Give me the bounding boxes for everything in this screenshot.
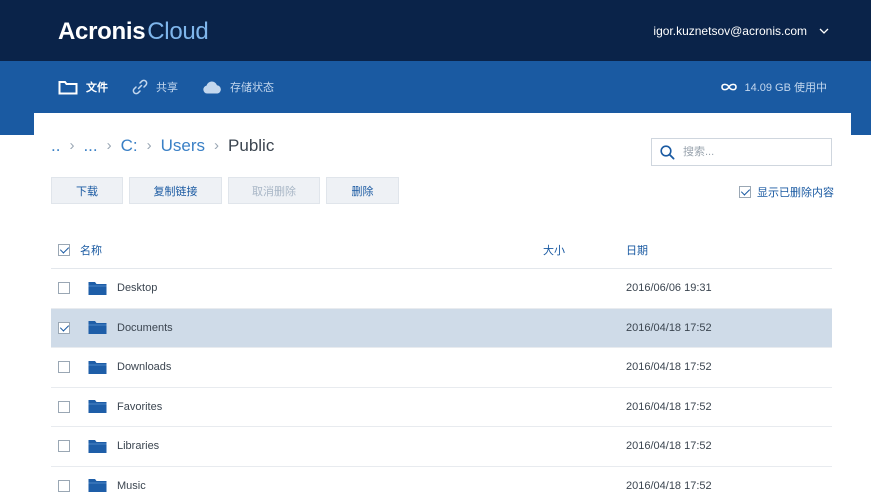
row-file-name: Downloads <box>117 361 172 374</box>
nav-tab-label: 文件 <box>86 82 108 94</box>
file-browser-panel: .. › ... › C: › Users › Public 下载 复制链接 取… <box>34 113 851 497</box>
row-file-name: Documents <box>117 321 173 334</box>
row-date: 2016/04/18 17:52 <box>626 321 712 334</box>
breadcrumb-separator-icon: › <box>214 137 220 154</box>
row-date: 2016/06/06 19:31 <box>626 282 712 295</box>
row-file-name: Libraries <box>117 440 160 453</box>
download-button[interactable]: 下载 <box>51 177 123 204</box>
cloud-icon <box>203 81 221 93</box>
breadcrumb-separator-icon: › <box>146 137 152 154</box>
table-row[interactable]: Documents 2016/04/18 17:52 <box>51 308 832 348</box>
table-row[interactable]: Downloads 2016/04/18 17:52 <box>51 348 832 388</box>
show-deleted-checkbox[interactable] <box>739 186 751 198</box>
copy-link-button[interactable]: 复制链接 <box>129 177 222 204</box>
storage-usage-text: 14.09 GB 使用中 <box>744 82 827 94</box>
row-date: 2016/04/18 17:52 <box>626 361 712 374</box>
row-file-name: Favorites <box>117 400 163 413</box>
breadcrumb-parent[interactable]: .. <box>51 135 60 157</box>
row-checkbox[interactable] <box>58 361 70 374</box>
row-checkbox[interactable] <box>58 440 70 453</box>
row-checkbox[interactable] <box>58 400 70 413</box>
row-date: 2016/04/18 17:52 <box>626 479 712 492</box>
row-name-cell: Libraries <box>51 439 626 454</box>
folder-icon <box>88 479 107 493</box>
table-row[interactable]: Favorites 2016/04/18 17:52 <box>51 388 832 427</box>
account-email: igor.kuznetsov@acronis.com <box>653 24 807 38</box>
breadcrumb-separator-icon: › <box>69 137 75 154</box>
nav-tab-label: 存储状态 <box>230 82 274 94</box>
row-date: 2016/04/18 17:52 <box>626 400 712 413</box>
account-menu[interactable]: igor.kuznetsov@acronis.com <box>653 24 831 38</box>
folder-icon <box>88 360 107 374</box>
logo-product: Cloud <box>147 18 209 45</box>
row-name-cell: Music <box>51 478 626 493</box>
breadcrumb-separator-icon: › <box>106 137 112 154</box>
nav-tabs: 文件 共享 存储状态 <box>58 79 298 95</box>
search-input[interactable] <box>683 146 823 158</box>
row-checkbox[interactable] <box>58 282 70 295</box>
logo-brand: Acronis <box>58 18 146 45</box>
row-checkbox[interactable] <box>58 321 70 334</box>
file-table: 名称 大小 日期 Desktop 2016/06/06 19:31 Docume… <box>51 231 832 497</box>
link-icon <box>132 79 148 95</box>
breadcrumb: .. › ... › C: › Users › Public <box>51 135 274 157</box>
toolbar: 下载 复制链接 取消删除 删除 <box>51 177 405 204</box>
table-row[interactable]: Music 2016/04/18 17:52 <box>51 467 832 497</box>
search-icon <box>660 144 675 159</box>
table-row[interactable]: Libraries 2016/04/18 17:52 <box>51 427 832 467</box>
folder-icon <box>58 80 78 94</box>
undelete-button[interactable]: 取消删除 <box>228 177 320 204</box>
select-all-checkbox[interactable] <box>58 243 70 256</box>
folder-icon <box>88 321 107 335</box>
search-box[interactable] <box>651 138 832 166</box>
top-bar: AcronisCloud igor.kuznetsov@acronis.com <box>0 0 871 61</box>
folder-icon <box>88 439 107 453</box>
storage-usage: 14.09 GB 使用中 <box>720 79 827 95</box>
table-header: 名称 大小 日期 <box>51 231 832 269</box>
breadcrumb-users[interactable]: Users <box>161 135 205 157</box>
name-header-label: 名称 <box>80 244 102 257</box>
table-row[interactable]: Desktop 2016/06/06 19:31 <box>51 269 832 309</box>
delete-button[interactable]: 删除 <box>326 177 399 204</box>
row-name-cell: Desktop <box>51 281 626 296</box>
name-column-header[interactable]: 名称 <box>51 242 509 258</box>
row-name-cell: Downloads <box>51 360 626 375</box>
chevron-down-icon <box>819 28 829 34</box>
nav-tab-storage-status[interactable]: 存储状态 <box>202 79 274 95</box>
infinity-icon <box>721 83 738 91</box>
row-name-cell: Documents <box>51 320 626 335</box>
show-deleted-label: 显示已删除内容 <box>757 187 834 199</box>
row-file-name: Music <box>117 479 146 492</box>
row-date: 2016/04/18 17:52 <box>626 440 712 453</box>
folder-icon <box>88 281 107 295</box>
nav-tab-share[interactable]: 共享 <box>132 79 178 95</box>
row-checkbox[interactable] <box>58 479 70 492</box>
breadcrumb-ellipsis[interactable]: ... <box>83 135 97 157</box>
nav-tab-label: 共享 <box>156 82 178 94</box>
size-column-header[interactable]: 大小 <box>509 242 626 258</box>
row-file-name: Desktop <box>117 282 158 295</box>
nav-tab-files[interactable]: 文件 <box>58 79 108 95</box>
breadcrumb-current-public: Public <box>228 136 275 155</box>
show-deleted-toggle[interactable]: 显示已删除内容 <box>739 184 834 200</box>
date-column-header[interactable]: 日期 <box>626 242 648 258</box>
folder-icon <box>88 400 107 414</box>
row-name-cell: Favorites <box>51 399 626 414</box>
breadcrumb-drive-c[interactable]: C: <box>121 135 138 157</box>
acronis-cloud-logo[interactable]: AcronisCloud <box>58 18 209 46</box>
